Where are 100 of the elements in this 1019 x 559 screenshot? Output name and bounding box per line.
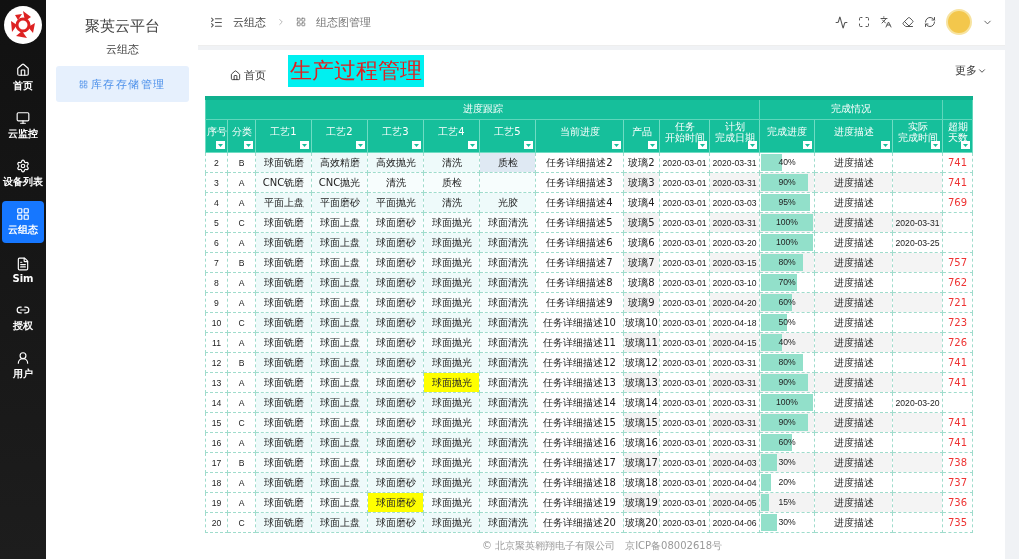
filter-icon[interactable] (300, 141, 309, 149)
column-header[interactable]: 进度描述 (814, 119, 893, 153)
sidebar-item[interactable]: 设备列表 (2, 153, 44, 195)
table-cell: 球面铣磨 (255, 232, 312, 253)
home-icon (16, 63, 30, 77)
filter-icon[interactable] (961, 141, 971, 149)
filter-icon[interactable] (412, 141, 421, 149)
column-header[interactable]: 工艺4 (423, 119, 480, 153)
collapse-icon[interactable] (210, 15, 223, 29)
tab[interactable]: 首页 (218, 59, 278, 92)
table-cell: 球面磨砂 (367, 512, 424, 533)
column-header[interactable]: 工艺3 (367, 119, 424, 153)
monitor-icon[interactable] (835, 15, 848, 29)
table-cell: 玻璃17 (623, 452, 660, 473)
table-cell: 球面磨砂 (367, 432, 424, 453)
table-cell: 2020-03-01 (659, 512, 710, 533)
refresh-icon[interactable] (924, 16, 936, 29)
table-cell: 球面上盘 (311, 432, 368, 453)
monitor-icon (16, 111, 30, 125)
table-cell: 13 (205, 372, 228, 393)
progress-reading: 15% (778, 497, 796, 507)
filter-icon[interactable] (648, 141, 657, 149)
table-cell: 球面上盘 (311, 252, 368, 273)
sidebar-item[interactable]: 首页 (2, 57, 44, 99)
table-cell: 2020-04-18 (709, 312, 760, 333)
table-cell: 17 (205, 452, 228, 473)
progress-reading: 80% (778, 257, 796, 267)
table-cell: 玻璃9 (623, 292, 660, 313)
filter-icon[interactable] (216, 141, 225, 149)
table-cell: 球面磨砂 (367, 392, 424, 413)
menu-item[interactable]: 库存存储管理 (55, 66, 189, 102)
table-cell: 球面抛光 (423, 472, 480, 493)
filter-icon[interactable] (468, 141, 477, 149)
column-header[interactable]: 工艺1 (255, 119, 312, 153)
filter-icon[interactable] (698, 141, 707, 149)
filter-icon[interactable] (524, 141, 533, 149)
column-header[interactable]: 完成进度 (759, 119, 815, 153)
filter-icon[interactable] (612, 141, 621, 149)
more-dropdown[interactable]: 更多 (955, 63, 987, 79)
table-cell: 球面抛光 (423, 252, 480, 273)
filter-icon[interactable] (748, 141, 758, 149)
column-header[interactable]: 工艺2 (311, 119, 368, 153)
group-header: 完成情况 (759, 97, 943, 120)
filter-icon[interactable] (356, 141, 365, 149)
logo-icon (3, 5, 43, 45)
table-cell: 球面抛光 (423, 372, 480, 393)
table-cell: 2020-03-15 (709, 252, 760, 273)
column-header[interactable]: 当前进度 (535, 119, 624, 153)
table-cell: 2020-04-20 (709, 292, 760, 313)
sidebar-item[interactable]: 云组态 (2, 201, 44, 243)
table-cell: 2020-03-31 (709, 372, 760, 393)
breadcrumb-link[interactable]: 云组态 (233, 14, 266, 30)
fullscreen-icon[interactable] (858, 16, 870, 29)
table-cell: A (227, 472, 256, 493)
table-cell: A (227, 172, 256, 193)
group-header: 进度跟踪 (205, 97, 760, 120)
tab[interactable]: 生产过程管理 (288, 54, 424, 87)
filter-icon[interactable] (881, 141, 891, 149)
table-cell: 2020-03-31 (709, 172, 760, 193)
table-cell: 球面磨砂 (367, 452, 424, 473)
sidebar-item[interactable]: 用户 (2, 345, 44, 387)
filter-icon[interactable] (244, 141, 253, 149)
table-cell: 2020-03-01 (659, 332, 710, 353)
breadcrumb-link[interactable]: 组态图管理 (316, 14, 371, 30)
platform-subtitle: 云组态 (105, 42, 139, 57)
table-cell: 9 (205, 292, 228, 313)
table-cell: 任务详细描述5 (535, 212, 624, 233)
table-cell: 任务详细描述19 (535, 492, 624, 513)
table-cell: 球面铣磨 (255, 332, 312, 353)
table-cell: 762 (942, 272, 973, 293)
translate-icon[interactable] (880, 16, 892, 29)
table-cell: 2020-04-03 (709, 452, 760, 473)
filter-icon[interactable] (803, 141, 813, 149)
table-cell: 2 (205, 152, 228, 173)
table-cell: 球面磨砂 (367, 212, 424, 233)
sidebar-item[interactable]: 云监控 (2, 105, 44, 147)
column-header[interactable]: 实际 完成时间 (892, 119, 943, 153)
table-cell: 玻璃20 (623, 512, 660, 533)
sidebar-item[interactable]: Sim (2, 249, 44, 291)
table-cell: 球面上盘 (311, 472, 368, 493)
table-cell: 球面抛光 (423, 492, 480, 513)
column-header[interactable]: 工艺5 (479, 119, 536, 153)
avatar[interactable] (946, 9, 972, 36)
sidebar-item[interactable]: 授权 (2, 297, 44, 339)
icp-link[interactable]: 京ICP备08002618号 (625, 539, 723, 553)
table-cell: 2020-04-05 (709, 492, 760, 513)
table-cell: 8 (205, 272, 228, 293)
table-cell: 2020-03-01 (659, 232, 710, 253)
table-cell: 2020-03-01 (659, 252, 710, 273)
table-cell: 平面磨砂 (311, 192, 368, 213)
table-cell: 进度描述 (814, 232, 893, 253)
table-cell: 进度描述 (814, 312, 893, 333)
filter-icon[interactable] (931, 141, 941, 149)
column-header[interactable]: 任务 开始时间 (659, 119, 710, 153)
table-cell: B (227, 352, 256, 373)
eraser-icon[interactable] (902, 16, 914, 29)
table-cell: 玻璃16 (623, 432, 660, 453)
column-header[interactable]: 序号 (205, 119, 228, 153)
table-cell: 任务详细描述8 (535, 272, 624, 293)
table-cell: 球面上盘 (311, 492, 368, 513)
